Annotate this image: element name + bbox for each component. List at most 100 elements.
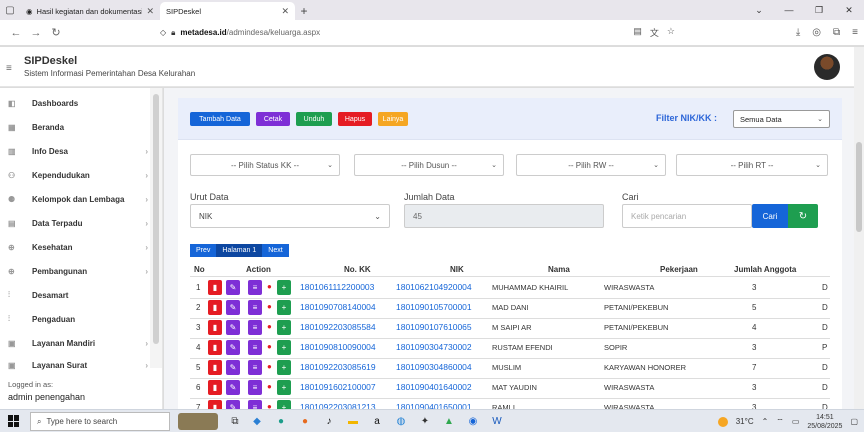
- clock[interactable]: 14:51 25/08/2025: [807, 413, 842, 431]
- edit-row-button[interactable]: ✎: [226, 300, 240, 315]
- translate-icon[interactable]: 文: [650, 26, 659, 39]
- edge-icon[interactable]: ●: [272, 413, 290, 430]
- sidebar-item-info-desa[interactable]: ▥ Info Desa ›: [0, 140, 148, 162]
- add-member-button[interactable]: +: [277, 360, 291, 375]
- no-kk-link[interactable]: 1801090810090004: [300, 342, 376, 352]
- word-icon[interactable]: W: [488, 413, 506, 430]
- nik-link[interactable]: 1801090105700001: [396, 302, 472, 312]
- app-icon[interactable]: ◆: [248, 413, 266, 430]
- firefox-icon[interactable]: ●: [296, 413, 314, 430]
- filter-nik-kk-select[interactable]: Semua Data ⌄: [733, 110, 830, 128]
- location-pin-icon[interactable]: ●: [267, 282, 272, 291]
- sidebar-item-pembangunan[interactable]: ⊕ Pembangunan ›: [0, 260, 148, 282]
- location-pin-icon[interactable]: ●: [267, 322, 272, 331]
- no-kk-link[interactable]: 1801092203085584: [300, 322, 376, 332]
- amazon-icon[interactable]: a: [368, 413, 386, 430]
- search-input[interactable]: Ketik pencarian: [622, 204, 752, 228]
- battery-icon[interactable]: ▭: [792, 417, 800, 426]
- reload-icon[interactable]: ↻: [46, 26, 66, 39]
- next-page-button[interactable]: Next: [262, 244, 289, 257]
- detail-row-button[interactable]: ≡: [248, 400, 262, 409]
- close-window-icon[interactable]: ✕: [834, 5, 864, 16]
- taskbar-search[interactable]: ⌕ Type here to search: [30, 412, 170, 431]
- edit-row-button[interactable]: ✎: [226, 400, 240, 409]
- add-member-button[interactable]: +: [277, 280, 291, 295]
- file-explorer-icon[interactable]: ▬: [344, 413, 362, 430]
- sidebar-item-dashboards[interactable]: ◧ Dashboards: [0, 92, 148, 114]
- edit-row-button[interactable]: ✎: [226, 320, 240, 335]
- detail-row-button[interactable]: ≡: [248, 280, 262, 295]
- sidebar-item-desamart[interactable]: ⫶ Desamart: [0, 284, 148, 306]
- detail-row-button[interactable]: ≡: [248, 320, 262, 335]
- taskbar-weather-widget[interactable]: [178, 413, 218, 430]
- sidebar-item-data-terpadu[interactable]: ▤ Data Terpadu ›: [0, 212, 148, 234]
- task-view-icon[interactable]: ⧉: [226, 413, 244, 430]
- new-tab-button[interactable]: +: [295, 2, 313, 20]
- app-icon[interactable]: ▲: [440, 413, 458, 430]
- tab-overview-icon[interactable]: ▢: [0, 0, 20, 20]
- scrollbar-thumb[interactable]: [153, 94, 159, 344]
- no-kk-link[interactable]: 1801061112200003: [300, 282, 374, 292]
- prev-page-button[interactable]: Prev: [190, 244, 217, 257]
- no-kk-link[interactable]: 1801092203081213: [300, 402, 376, 409]
- settings-icon[interactable]: ✦: [416, 413, 434, 430]
- nik-link[interactable]: 1801090401650001: [396, 402, 472, 409]
- delete-row-button[interactable]: ▮: [208, 400, 222, 409]
- sidebar-item-beranda[interactable]: ▦ Beranda: [0, 116, 148, 138]
- add-data-button[interactable]: Tambah Data: [190, 112, 250, 126]
- search-button[interactable]: Cari: [752, 204, 788, 228]
- page-scrollbar[interactable]: [854, 47, 864, 409]
- sidebar-item-layanan-surat[interactable]: ▣ Layanan Surat ›: [0, 354, 148, 376]
- delete-row-button[interactable]: ▮: [208, 340, 222, 355]
- close-icon[interactable]: ✕: [146, 6, 154, 17]
- add-member-button[interactable]: +: [277, 380, 291, 395]
- edit-row-button[interactable]: ✎: [226, 360, 240, 375]
- detail-row-button[interactable]: ≡: [248, 300, 262, 315]
- reader-view-icon[interactable]: ▤: [633, 26, 642, 39]
- location-pin-icon[interactable]: ●: [267, 302, 272, 311]
- add-member-button[interactable]: +: [277, 320, 291, 335]
- sidebar-item-layanan-mandiri[interactable]: ▣ Layanan Mandiri ›: [0, 332, 148, 354]
- delete-row-button[interactable]: ▮: [208, 280, 222, 295]
- maximize-icon[interactable]: ❐: [804, 5, 834, 16]
- browser-tab-sipdeskel[interactable]: SIPDeskel ✕: [160, 2, 295, 20]
- sidebar-item-kesehatan[interactable]: ⊕ Kesehatan ›: [0, 236, 148, 258]
- minimize-icon[interactable]: —: [774, 5, 804, 15]
- status-kk-select[interactable]: -- Pilih Status KK -- ⌄: [190, 154, 340, 176]
- chrome-icon[interactable]: ◍: [392, 413, 410, 430]
- urut-data-select[interactable]: NIK ⌄: [190, 204, 390, 228]
- chevron-down-icon[interactable]: ⌄: [744, 5, 774, 16]
- user-avatar[interactable]: [814, 54, 840, 80]
- bookmark-star-icon[interactable]: ☆: [667, 26, 675, 39]
- location-pin-icon[interactable]: ●: [267, 382, 272, 391]
- location-pin-icon[interactable]: ●: [267, 342, 272, 351]
- forward-arrow-icon[interactable]: →: [26, 27, 46, 39]
- dusun-select[interactable]: -- Pilih Dusun -- ⌄: [354, 154, 504, 176]
- close-icon[interactable]: ✕: [281, 6, 289, 17]
- windows-start-icon[interactable]: [8, 415, 20, 427]
- no-kk-link[interactable]: 1801092203085619: [300, 362, 376, 372]
- edit-row-button[interactable]: ✎: [226, 280, 240, 295]
- hamburger-menu-icon[interactable]: ≡: [6, 63, 12, 74]
- location-pin-icon[interactable]: ●: [267, 402, 272, 409]
- menu-icon[interactable]: ≡: [852, 27, 858, 38]
- print-button[interactable]: Cetak: [256, 112, 290, 126]
- back-arrow-icon[interactable]: ←: [6, 27, 26, 39]
- nik-link[interactable]: 1801090107610065: [396, 322, 472, 332]
- scrollbar-thumb[interactable]: [856, 142, 862, 232]
- download-button[interactable]: Unduh: [296, 112, 332, 126]
- detail-row-button[interactable]: ≡: [248, 340, 262, 355]
- download-icon[interactable]: ⤓: [796, 27, 800, 38]
- delete-row-button[interactable]: ▮: [208, 300, 222, 315]
- delete-row-button[interactable]: ▮: [208, 360, 222, 375]
- edit-row-button[interactable]: ✎: [226, 340, 240, 355]
- add-member-button[interactable]: +: [277, 300, 291, 315]
- delete-row-button[interactable]: ▮: [208, 380, 222, 395]
- location-pin-icon[interactable]: ●: [267, 362, 272, 371]
- more-button[interactable]: Lainya: [378, 112, 408, 126]
- notification-icon[interactable]: ▢: [850, 417, 858, 426]
- rt-select[interactable]: -- Pilih RT -- ⌄: [676, 154, 828, 176]
- tray-overflow-icon[interactable]: ⌃: [762, 417, 769, 426]
- extensions-icon[interactable]: ⧉: [833, 27, 840, 38]
- detail-row-button[interactable]: ≡: [248, 360, 262, 375]
